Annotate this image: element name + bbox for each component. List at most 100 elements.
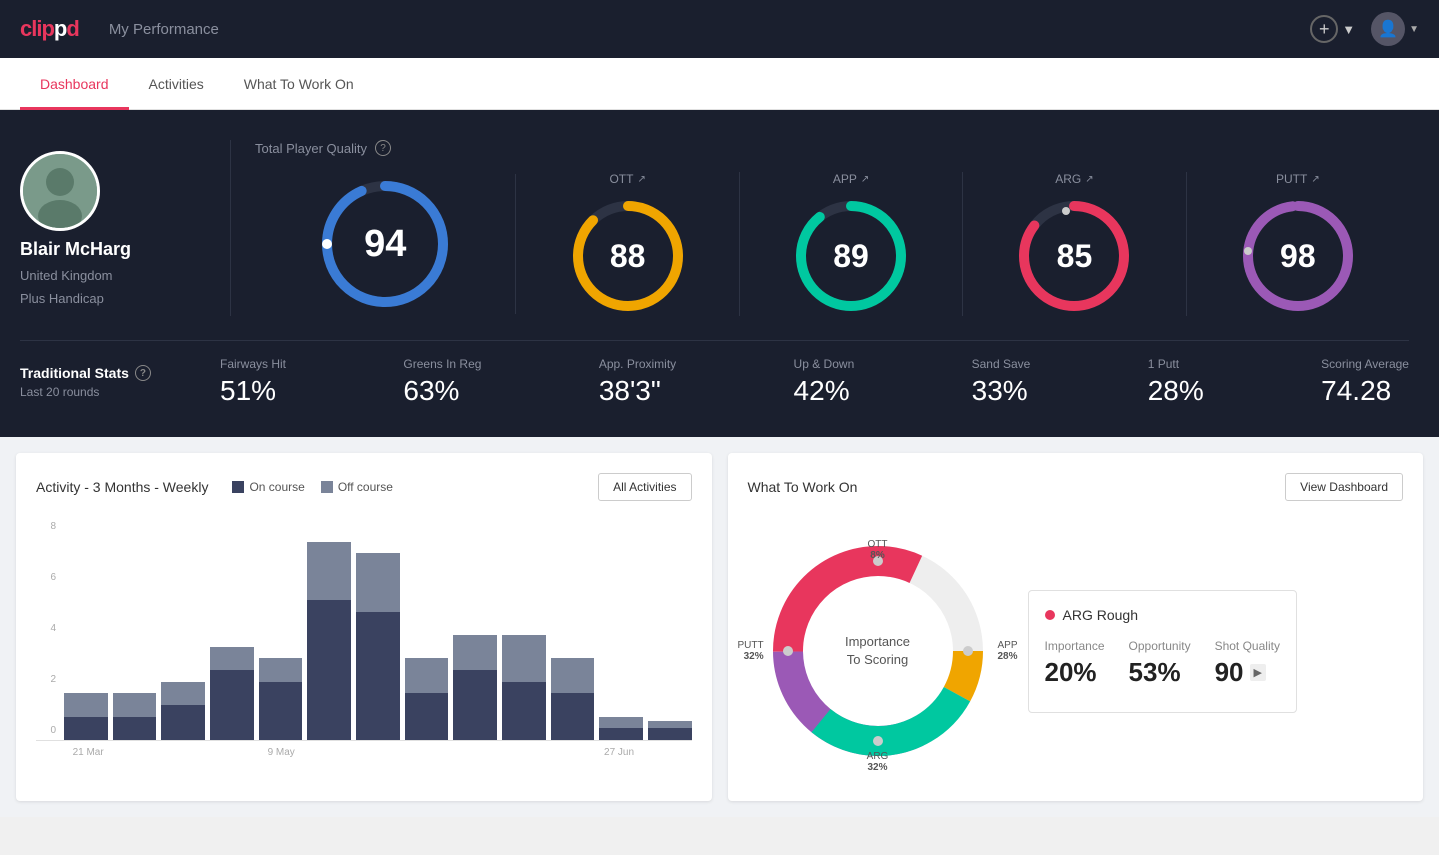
player-info: Blair McHarg United Kingdom Plus Handica…	[20, 151, 230, 306]
quality-main: 94	[255, 174, 516, 314]
donut-chart: ImportanceTo Scoring OTT8% APP28% ARG32%…	[748, 521, 1008, 781]
x-label: 27 Jun	[595, 747, 643, 758]
bar-group	[161, 521, 205, 740]
card-importance: Importance 20%	[1045, 639, 1105, 688]
putt-score: 98	[1280, 238, 1316, 275]
x-label	[643, 747, 691, 758]
stat-scoring: Scoring Average 74.28	[1321, 357, 1409, 407]
bar-group	[356, 521, 400, 740]
bar-on	[210, 670, 254, 740]
activity-panel-header: Activity - 3 Months - Weekly On course O…	[36, 473, 692, 501]
ott-gauge: 88	[568, 196, 688, 316]
player-avatar	[20, 151, 100, 231]
x-label	[354, 747, 402, 758]
arg-gauge: 85	[1014, 196, 1134, 316]
tab-what-to-work-on[interactable]: What To Work On	[224, 58, 374, 110]
bar-off	[648, 721, 692, 728]
bar-group	[599, 521, 643, 740]
bar-off	[161, 682, 205, 705]
putt-segment-label: PUTT32%	[738, 640, 764, 662]
all-activities-button[interactable]: All Activities	[598, 473, 691, 501]
x-label	[161, 747, 209, 758]
quality-title: Total Player Quality	[255, 141, 367, 156]
app-segment-label: APP28%	[997, 640, 1017, 662]
avatar-button[interactable]: 👤 ▼	[1371, 12, 1419, 46]
quality-circles: 94 OTT ↗ 88	[255, 172, 1409, 316]
bar-on	[453, 670, 497, 740]
player-name: Blair McHarg	[20, 239, 131, 260]
trad-label: Traditional Stats ?	[20, 365, 220, 381]
bar-group	[259, 521, 303, 740]
work-on-title: What To Work On	[748, 479, 858, 495]
bar-group	[307, 521, 351, 740]
x-label	[305, 747, 353, 758]
trad-label-section: Traditional Stats ? Last 20 rounds	[20, 365, 220, 399]
main-gauge: 94	[315, 174, 455, 314]
quality-section: Total Player Quality ? 94	[230, 140, 1409, 316]
app-score: 89	[833, 238, 869, 275]
stat-sandsave: Sand Save 33%	[972, 357, 1031, 407]
main-score: 94	[364, 223, 406, 266]
x-label: 9 May	[257, 747, 305, 758]
ott-label: OTT ↗	[609, 172, 645, 186]
bar-off	[453, 635, 497, 670]
bar-on	[405, 693, 449, 740]
stat-greens: Greens In Reg 63%	[403, 357, 481, 407]
x-label	[498, 747, 546, 758]
x-label	[547, 747, 595, 758]
x-label: 21 Mar	[64, 747, 112, 758]
x-label	[209, 747, 257, 758]
app-logo: clippd	[20, 16, 79, 42]
bar-on	[648, 728, 692, 740]
work-on-card: ARG Rough Importance 20% Opportunity 53%…	[1028, 590, 1297, 713]
bar-off	[259, 658, 303, 681]
bar-off	[64, 693, 108, 716]
card-opportunity: Opportunity 53%	[1129, 639, 1191, 688]
bar-on	[307, 600, 351, 740]
x-label	[450, 747, 498, 758]
bar-group	[64, 521, 108, 740]
performance-section: Blair McHarg United Kingdom Plus Handica…	[0, 110, 1439, 437]
chart-legend: On course Off course	[232, 480, 393, 494]
view-dashboard-button[interactable]: View Dashboard	[1285, 473, 1403, 501]
bar-on	[551, 693, 595, 740]
card-shot-quality: Shot Quality 90 ▶	[1215, 639, 1280, 688]
player-country: United Kingdom	[20, 268, 113, 283]
arg-segment-label: ARG32%	[867, 751, 889, 773]
add-button[interactable]: + ▼	[1310, 15, 1355, 43]
trad-info-icon[interactable]: ?	[135, 365, 151, 381]
work-on-panel: What To Work On View Dashboard	[728, 453, 1424, 801]
stat-proximity: App. Proximity 38'3"	[599, 357, 676, 407]
bar-off	[113, 693, 157, 716]
stat-fairways: Fairways Hit 51%	[220, 357, 286, 407]
x-label	[112, 747, 160, 758]
traditional-stats: Traditional Stats ? Last 20 rounds Fairw…	[20, 340, 1409, 407]
bar-on	[64, 717, 108, 740]
plus-icon: +	[1310, 15, 1338, 43]
bar-group	[113, 521, 157, 740]
trad-sub-label: Last 20 rounds	[20, 385, 220, 399]
quality-info-icon[interactable]: ?	[375, 140, 391, 156]
quality-putt: PUTT ↗ 98	[1187, 172, 1409, 316]
quality-header: Total Player Quality ?	[255, 140, 1409, 156]
x-label	[402, 747, 450, 758]
bar-on	[113, 717, 157, 740]
bar-group	[648, 521, 692, 740]
bar-group	[551, 521, 595, 740]
quality-app: APP ↗ 89	[740, 172, 963, 316]
header-title: My Performance	[109, 21, 1310, 38]
tab-dashboard[interactable]: Dashboard	[20, 58, 129, 110]
avatar-chevron-icon: ▼	[1409, 24, 1419, 35]
ott-segment-label: OTT8%	[868, 539, 888, 561]
bar-on	[502, 682, 546, 740]
tab-activities[interactable]: Activities	[129, 58, 224, 110]
bar-off	[356, 553, 400, 611]
x-axis-labels: 21 Mar 9 May 27 Jun	[64, 747, 692, 758]
bar-group	[405, 521, 449, 740]
app-gauge: 89	[791, 196, 911, 316]
bar-on	[356, 612, 400, 740]
y-axis: 8 6 4 2 0	[36, 521, 60, 740]
bar-group	[210, 521, 254, 740]
bottom-panels: Activity - 3 Months - Weekly On course O…	[0, 437, 1439, 817]
bar-group	[502, 521, 546, 740]
